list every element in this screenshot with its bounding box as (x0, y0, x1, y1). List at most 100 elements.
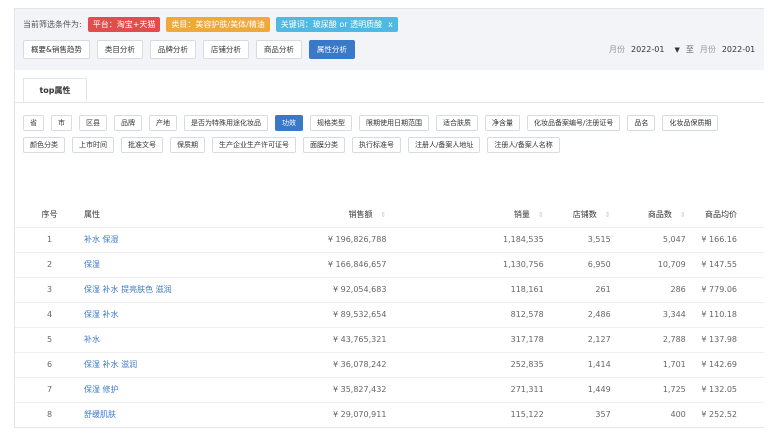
row-index: 7 (46, 385, 53, 394)
row-quantity: 271,311 (510, 385, 544, 394)
row-attribute-link[interactable]: 补水 (84, 327, 236, 352)
row-index: 1 (46, 235, 53, 244)
header-avg-price: 商品均价 (705, 209, 737, 219)
attribute-chip[interactable]: 执行标准号 (352, 137, 401, 153)
filter-label: 当前筛选条件为: (23, 19, 82, 29)
attribute-chip[interactable]: 限期使用日期范围 (359, 115, 429, 131)
row-sales: ¥ 29,070,911 (332, 410, 387, 420)
table-row: 2 保湿 ¥ 166,846,657 1,130,756 6,950 10,709 ¥ 14… (15, 252, 764, 277)
attribute-chip[interactable]: 规格类型 (310, 115, 352, 131)
table-row: 6 保湿 补水 滋润 ¥ 36,078,242 252,835 1,414 1,701 ¥ … (15, 352, 764, 377)
date-range-selector: 月份 2022-01 ▼ 至 月份 2022-01 (609, 40, 764, 59)
attribute-chip[interactable]: 净含量 (485, 115, 520, 131)
attribute-chip[interactable]: 品牌 (114, 115, 142, 131)
row-quantity: 115,122 (510, 410, 544, 420)
row-sales: ¥ 43,765,321 (332, 335, 387, 344)
table-header-row: 序号 属性 销售额 ⇕ 销量 ⇕ 店铺数 ⇕ 商品数 ⇕ 商品均价 (15, 202, 764, 227)
row-quantity: 252,835 (510, 360, 544, 369)
attribute-chip[interactable]: 生产企业生产许可证号 (212, 137, 296, 153)
tab-top-attributes[interactable]: top属性 (23, 78, 87, 102)
table-row: 8 舒缓肌肤 ¥ 29,070,911 115,122 357 400 ¥ 252.52 (15, 402, 764, 427)
row-sales: ¥ 166,846,657 (327, 260, 387, 269)
close-icon[interactable]: x (388, 17, 393, 32)
attribute-chip[interactable]: 是否为特殊用途化妆品 (184, 115, 268, 131)
attribute-chip[interactable]: 品名 (627, 115, 656, 131)
row-attribute-link[interactable]: 保湿 (84, 252, 236, 277)
range-separator: 至 (685, 45, 694, 54)
row-attribute-link[interactable]: 舒缓肌肤 (84, 402, 236, 427)
filter-toolbar: 当前筛选条件为: 平台：淘宝+天猫 类目：美容护肤/美体/精油 关键词：玻尿酸 … (15, 9, 764, 70)
row-products: 3,344 (662, 310, 686, 319)
to-month-select[interactable]: 2022-01 (722, 45, 755, 54)
row-sales: ¥ 35,827,432 (332, 385, 387, 394)
row-attribute-link[interactable]: 补水 保湿 (84, 227, 236, 252)
table-row: 5 补水 ¥ 43,765,321 317,178 2,127 2,788 ¥ 137.98 (15, 327, 764, 352)
row-sales: ¥ 36,078,242 (332, 360, 387, 369)
tab-5[interactable]: 属性分析 (308, 40, 355, 59)
attribute-chip[interactable]: 功效 (275, 115, 303, 131)
from-month-label: 月份 (609, 45, 625, 54)
sort-icon[interactable]: ⇕ (605, 211, 611, 219)
row-attribute-link[interactable]: 保湿 补水 滋润 (84, 352, 236, 377)
header-stores[interactable]: 店铺数 ⇕ (544, 202, 611, 227)
tab-2[interactable]: 品牌分析 (149, 40, 196, 59)
tab-4[interactable]: 商品分析 (255, 40, 302, 59)
attribute-chip[interactable]: 注册人/备案人地址 (408, 137, 481, 153)
row-index: 3 (46, 285, 53, 294)
table-row: 3 保湿 补水 提亮肤色 滋润 ¥ 92,054,683 118,161 261 286 ¥… (15, 277, 764, 302)
header-index: 序号 (41, 209, 58, 219)
attribute-chip[interactable]: 市 (51, 115, 72, 131)
row-quantity: 118,161 (510, 285, 544, 294)
attribute-chip[interactable]: 注册人/备案人名称 (487, 137, 560, 153)
attribute-chip[interactable]: 批准文号 (121, 137, 163, 153)
sort-icon[interactable]: ⇕ (381, 211, 387, 219)
attribute-chip[interactable]: 颜色分类 (23, 137, 65, 153)
attribute-analysis-panel: 当前筛选条件为: 平台：淘宝+天猫 类目：美容护肤/美体/精油 关键词：玻尿酸 … (14, 8, 764, 428)
row-products: 1,725 (662, 385, 686, 394)
attribute-chip[interactable]: 产地 (149, 115, 177, 131)
sort-icon[interactable]: ⇕ (680, 211, 686, 219)
attribute-chip[interactable]: 面膜分类 (303, 137, 345, 153)
row-index: 5 (46, 335, 53, 344)
row-sales: ¥ 196,826,788 (327, 235, 387, 244)
table-row: 4 保湿 补水 ¥ 89,532,654 812,578 2,486 3,344 ¥ 110… (15, 302, 764, 327)
attribute-chip[interactable]: 化妆品保质期 (662, 115, 719, 131)
filter-chip-platform[interactable]: 平台：淘宝+天猫 (87, 16, 161, 32)
tab-1[interactable]: 类目分析 (96, 40, 143, 59)
row-stores: 2,486 (587, 310, 611, 319)
attribute-selector-row-2: 颜色分类 上市时间 批准文号 保质期 生产企业生产许可证号 面膜分类 执行标准号 注册人/备案… (23, 137, 567, 153)
row-avg-price: ¥ 137.98 (701, 335, 737, 344)
row-avg-price: ¥ 147.55 (701, 260, 737, 269)
row-attribute-link[interactable]: 保湿 补水 提亮肤色 滋润 (84, 277, 236, 302)
attribute-chip[interactable]: 区县 (79, 115, 107, 131)
row-products: 2,788 (662, 335, 686, 344)
row-quantity: 1,184,535 (502, 235, 544, 244)
sort-icon[interactable]: ⇕ (538, 211, 544, 219)
row-avg-price: ¥ 779.06 (701, 285, 737, 294)
row-avg-price: ¥ 166.16 (701, 235, 737, 244)
table-row: 7 保湿 修护 ¥ 35,827,432 271,311 1,449 1,725 ¥ 132… (15, 377, 764, 402)
row-index: 2 (46, 260, 53, 269)
attribute-chip[interactable]: 适合肤质 (436, 115, 478, 131)
to-month-label: 月份 (699, 45, 716, 54)
header-products[interactable]: 商品数 ⇕ (611, 202, 686, 227)
row-quantity: 812,578 (510, 310, 544, 319)
attribute-chip[interactable]: 化妆品备案编号/注册证号 (527, 115, 621, 131)
attribute-chip[interactable]: 省 (23, 115, 44, 131)
row-stores: 1,449 (587, 385, 611, 394)
row-attribute-link[interactable]: 保湿 修护 (84, 377, 236, 402)
chevron-down-icon[interactable]: ▼ (674, 46, 679, 54)
filter-chip-category[interactable]: 类目：美容护肤/美体/精油 (166, 16, 270, 32)
attribute-chip[interactable]: 上市时间 (72, 137, 114, 153)
header-quantity[interactable]: 销量 ⇕ (386, 202, 544, 227)
tab-0[interactable]: 概要&销售趋势 (23, 40, 90, 59)
filter-chip-keyword[interactable]: 关键词：玻尿酸 or 透明质酸 x (275, 16, 398, 32)
attribute-ranking-table: 序号 属性 销售额 ⇕ 销量 ⇕ 店铺数 ⇕ 商品数 ⇕ 商品均价 1 补水 保湿 ¥ 19… (15, 202, 764, 427)
from-month-select[interactable]: 2022-01 (631, 45, 664, 54)
row-products: 1,701 (662, 360, 686, 369)
attribute-selector-row-1: 省市区县 品牌 产地 是否为特殊用途化妆品 功效 规格类型 限期使用日期范围 适合肤质 净含量化… (23, 115, 725, 131)
attribute-chip[interactable]: 保质期 (170, 137, 205, 153)
header-sales[interactable]: 销售额 ⇕ (236, 202, 387, 227)
row-attribute-link[interactable]: 保湿 补水 (84, 302, 236, 327)
tab-3[interactable]: 店铺分析 (202, 40, 249, 59)
